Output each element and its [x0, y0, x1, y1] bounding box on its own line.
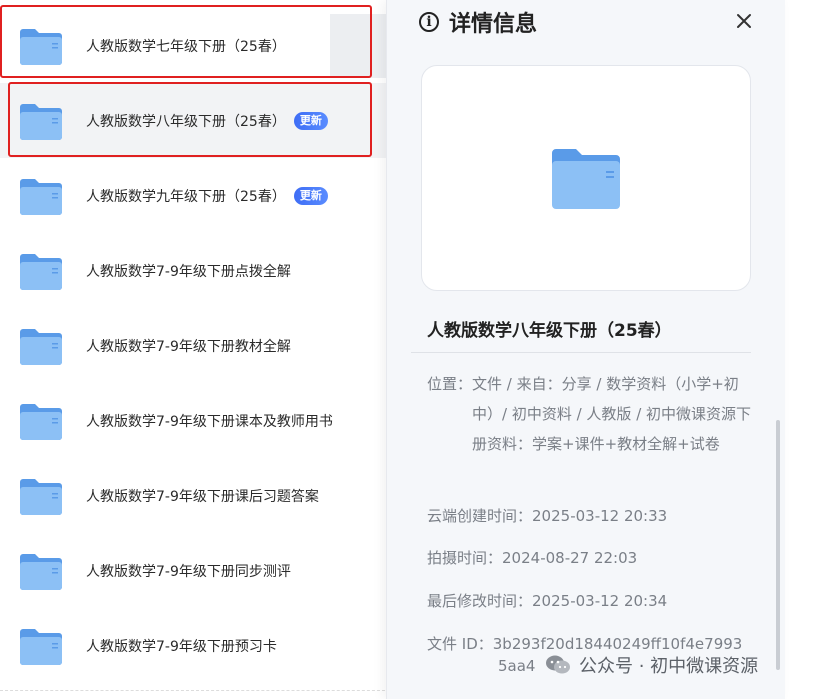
location-label: 位置： [427, 375, 473, 393]
file-name: 人教版数学七年级下册（25春） [86, 38, 286, 55]
file-name: 人教版数学7-9年级下册课后习题答案 [86, 488, 319, 505]
modified-time-row: 最后修改时间：2025-03-12 20:34 [427, 586, 667, 616]
file-name: 人教版数学7-9年级下册教材全解 [86, 338, 291, 355]
file-id-label: 文件 ID： [427, 635, 493, 653]
folder-icon [20, 28, 62, 65]
file-list: 人教版数学七年级下册（25春） 人教版数学八年级下册（25春） 更新 人教版数学九… [0, 0, 390, 699]
created-time-row: 云端创建时间：2025-03-12 20:33 [427, 501, 667, 531]
file-row-jiaocai[interactable]: 人教版数学7-9年级下册教材全解 [0, 308, 390, 383]
watermark-text: 公众号 · 初中微课资源 [579, 656, 759, 677]
close-button[interactable] [731, 8, 757, 34]
file-name: 人教版数学九年级下册（25春） 更新 [86, 186, 328, 206]
location-value: 文件 / 来自：分享 / 数学资料（小学+初中）/ 初中资料 / 人教版 / 初… [472, 375, 752, 453]
file-id-value-cont: 5aa4 [498, 657, 536, 675]
folder-icon [20, 403, 62, 440]
created-value: 2025-03-12 20:33 [532, 507, 668, 525]
file-title: 人教版数学八年级下册（25春） [427, 321, 672, 341]
panel-header: i 详情信息 [419, 6, 537, 38]
info-icon: i [419, 12, 439, 32]
wechat-icon [546, 655, 570, 674]
file-name: 人教版数学7-9年级下册点拨全解 [86, 263, 291, 280]
file-preview [421, 65, 751, 291]
modified-value: 2025-03-12 20:34 [532, 592, 668, 610]
update-badge: 更新 [293, 111, 328, 130]
file-row-grade7[interactable]: 人教版数学七年级下册（25春） [0, 8, 390, 83]
file-row-yuxi[interactable]: 人教版数学7-9年级下册预习卡 [0, 608, 390, 683]
file-name: 人教版数学八年级下册（25春） 更新 [86, 111, 328, 131]
folder-icon [20, 103, 62, 140]
file-row-daan[interactable]: 人教版数学7-9年级下册课后习题答案 [0, 458, 390, 533]
folder-icon [20, 628, 62, 665]
shot-time-row: 拍摄时间：2024-08-27 22:03 [427, 543, 637, 573]
shot-label: 拍摄时间： [427, 549, 503, 567]
modified-label: 最后修改时间： [427, 592, 533, 610]
panel-title: 详情信息 [449, 12, 538, 37]
shot-value: 2024-08-27 22:03 [502, 549, 638, 567]
folder-icon [20, 553, 62, 590]
folder-icon [20, 253, 62, 290]
folder-icon [20, 178, 62, 215]
scrollbar[interactable] [776, 420, 780, 670]
watermark: 公众号 · 初中微课资源 [545, 652, 758, 678]
folder-large-icon [552, 149, 620, 209]
details-panel: i 详情信息 人教版数学八年级下册（25春） 位置： 文件 / 来自：分享 / … [386, 0, 785, 699]
file-row-keben[interactable]: 人教版数学7-9年级下册课本及教师用书 [0, 383, 390, 458]
divider [411, 352, 751, 353]
folder-icon [20, 328, 62, 365]
file-name: 人教版数学7-9年级下册课本及教师用书 [86, 413, 333, 430]
file-row-dianbo[interactable]: 人教版数学7-9年级下册点拨全解 [0, 233, 390, 308]
file-name: 人教版数学7-9年级下册预习卡 [86, 638, 277, 655]
update-badge: 更新 [293, 186, 328, 205]
list-divider [0, 690, 390, 691]
location-row: 位置： 文件 / 来自：分享 / 数学资料（小学+初中）/ 初中资料 / 人教版… [427, 369, 757, 459]
folder-icon [20, 478, 62, 515]
file-row-grade9[interactable]: 人教版数学九年级下册（25春） 更新 [0, 158, 390, 233]
file-row-grade8[interactable]: 人教版数学八年级下册（25春） 更新 [0, 83, 390, 158]
created-label: 云端创建时间： [427, 507, 533, 525]
file-name: 人教版数学7-9年级下册同步测评 [86, 563, 291, 580]
file-row-ceping[interactable]: 人教版数学7-9年级下册同步测评 [0, 533, 390, 608]
close-icon [737, 14, 751, 28]
file-id-row-cont: 5aa4 [498, 651, 535, 681]
